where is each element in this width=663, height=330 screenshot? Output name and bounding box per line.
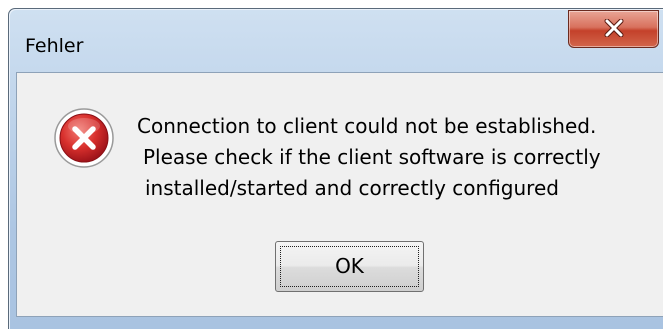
ok-button-label: OK	[335, 254, 364, 278]
window-frame-bottom	[9, 317, 663, 330]
error-message: Connection to client could not be establ…	[137, 111, 663, 204]
close-button[interactable]	[568, 10, 659, 48]
error-icon	[54, 108, 114, 168]
title-bar[interactable]: Fehler	[9, 9, 663, 72]
message-line: Please check if the client software is c…	[143, 145, 601, 169]
message-line: installed/started and correctly configur…	[145, 176, 559, 200]
message-line: Connection to client could not be establ…	[137, 114, 597, 138]
close-icon	[604, 19, 624, 37]
ok-button[interactable]: OK	[275, 241, 424, 292]
error-dialog: Fehler Connection to client could not be…	[8, 8, 663, 329]
dialog-content: Connection to client could not be establ…	[16, 72, 663, 317]
window-title: Fehler	[25, 35, 84, 57]
